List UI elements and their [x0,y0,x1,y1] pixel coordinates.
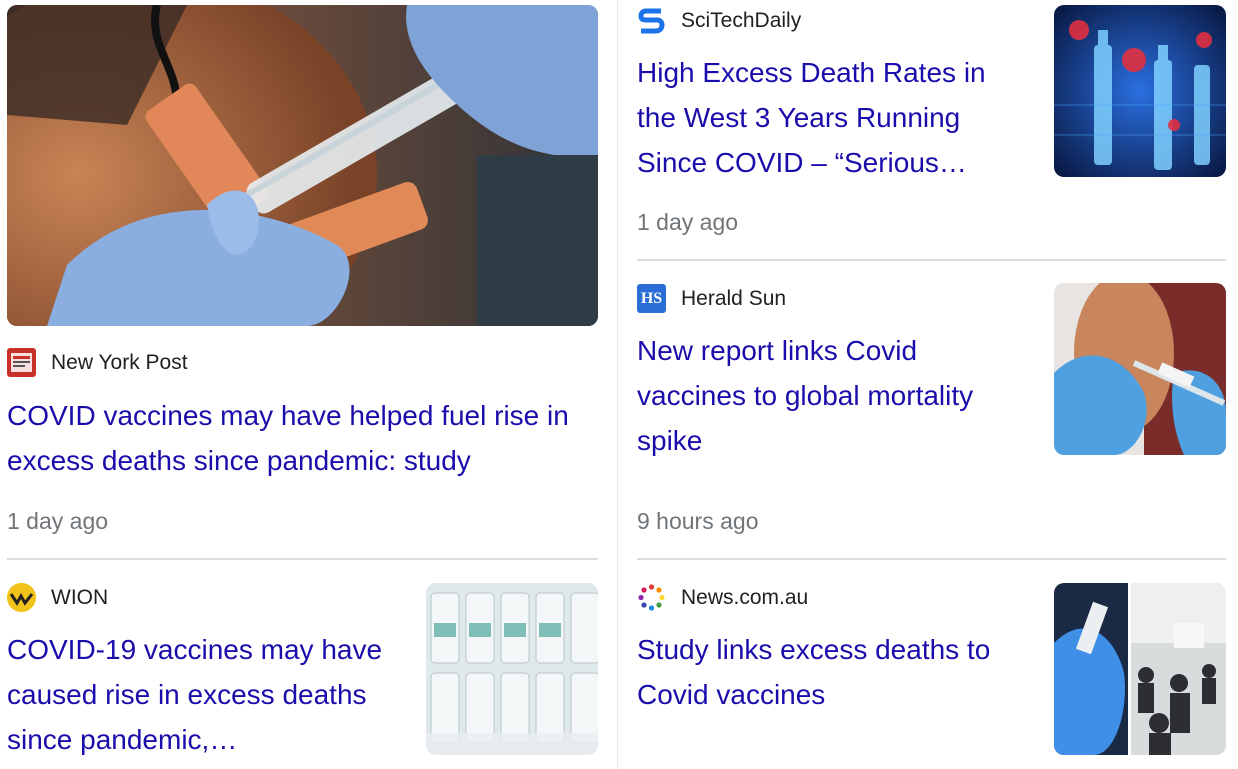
article-timestamp: 1 day ago [637,209,739,235]
article-source[interactable]: SciTechDaily [637,6,801,35]
source-name: New York Post [51,350,188,374]
wion-logo-icon [7,583,36,612]
article-image-arm-injection[interactable] [1054,283,1226,455]
article-headline-link[interactable]: High Excess Death Rates in the West 3 Ye… [637,50,1032,185]
new-york-post-logo-icon [7,348,36,377]
column-divider [617,0,618,769]
article-image-vaccine-vials[interactable] [1054,5,1226,177]
news-card-scitechdaily[interactable]: SciTechDaily High Excess Death Rates in … [637,5,1226,245]
news-card-new-york-post[interactable]: New York Post COVID vaccines may have he… [7,5,598,545]
news-com-au-logo-icon [637,583,666,612]
source-name: Herald Sun [681,286,787,310]
news-card-news-com-au[interactable]: News.com.au Study links excess deaths to… [637,582,1226,769]
article-timestamp: 1 day ago [7,508,109,534]
source-name: WION [51,585,109,609]
scitechdaily-logo-icon [637,6,666,35]
herald-sun-logo-icon: HS [637,284,666,313]
card-divider [637,259,1226,261]
article-image-arm-injection[interactable] [7,5,598,326]
article-headline-link[interactable]: New report links Covid vaccines to globa… [637,328,1032,463]
article-source[interactable]: HS Herald Sun [637,284,786,313]
article-headline-link[interactable]: COVID vaccines may have helped fuel rise… [7,393,598,483]
article-source[interactable]: New York Post [7,348,188,377]
article-headline-link[interactable]: Study links excess deaths to Covid vacci… [637,627,1032,717]
article-source[interactable]: WION [7,583,108,612]
article-image-vaccine-vials[interactable] [426,583,598,755]
article-headline-link[interactable]: COVID-19 vaccines may have caused rise i… [7,627,402,762]
source-name: News.com.au [681,585,809,609]
card-divider [637,558,1226,560]
article-image-vaccination-clinic[interactable] [1054,583,1226,755]
source-name: SciTechDaily [681,8,802,32]
article-timestamp: 9 hours ago [637,508,759,534]
article-source[interactable]: News.com.au [637,583,808,612]
card-divider [7,558,598,560]
news-card-herald-sun[interactable]: HS Herald Sun New report links Covid vac… [637,283,1226,543]
news-card-wion[interactable]: WION COVID-19 vaccines may have caused r… [7,582,598,769]
